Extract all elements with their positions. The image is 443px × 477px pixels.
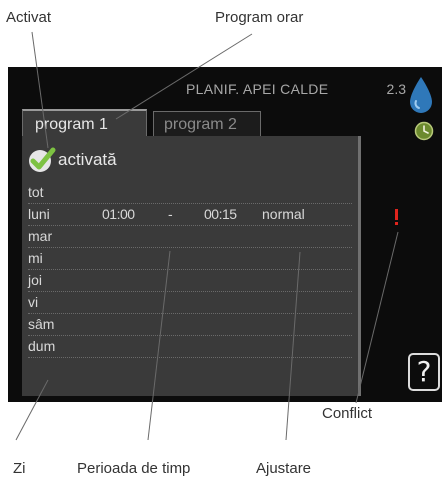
water-drop-icon [410, 77, 432, 113]
day-row-dum[interactable]: dum [28, 336, 352, 358]
day-label: luni [28, 206, 50, 222]
display-screen: PLANIF. APEI CALDE 2.3 program 1 program… [8, 67, 442, 402]
conflict-exclamation-dot [395, 222, 398, 225]
day-row-luni[interactable]: luni 01:00 - 00:15 normal [28, 204, 352, 226]
day-row-mar[interactable]: mar [28, 226, 352, 248]
screen-title: PLANIF. APEI CALDE [186, 81, 329, 97]
callout-perioada-de-timp: Perioada de timp [77, 460, 191, 477]
clock-icon [414, 121, 434, 141]
time-dash: - [168, 206, 173, 222]
day-label: mi [28, 250, 43, 266]
day-label: vi [28, 294, 39, 310]
callout-activat: Activat [6, 9, 52, 26]
activated-label: activată [58, 150, 117, 169]
callout-ajustare: Ajustare [256, 460, 312, 477]
day-label: joi [28, 272, 43, 288]
conflict-exclamation-icon [395, 209, 398, 220]
day-row-tot[interactable]: tot [28, 182, 352, 204]
callout-conflict: Conflict [322, 405, 373, 422]
tab-program-1[interactable]: program 1 [22, 109, 147, 137]
schedule-panel: activată tot luni 01:00 - 00:15 normal m… [22, 136, 361, 396]
start-time[interactable]: 01:00 [102, 206, 135, 222]
help-button[interactable]: ? [408, 353, 440, 391]
check-icon [29, 147, 56, 172]
title-bar: PLANIF. APEI CALDE 2.3 [186, 77, 412, 101]
day-label: dum [28, 338, 56, 354]
day-row-sam[interactable]: sâm [28, 314, 352, 336]
day-row-joi[interactable]: joi [28, 270, 352, 292]
tab-program-2[interactable]: program 2 [153, 111, 261, 137]
day-label: mar [28, 228, 53, 244]
day-row-vi[interactable]: vi [28, 292, 352, 314]
callout-program-orar: Program orar [215, 9, 304, 26]
adjustment-value[interactable]: normal [262, 206, 305, 222]
day-label: sâm [28, 316, 55, 332]
callout-zi: Zi [13, 460, 26, 477]
menu-number: 2.3 [386, 81, 406, 97]
day-label: tot [28, 184, 44, 200]
day-row-mi[interactable]: mi [28, 248, 352, 270]
end-time[interactable]: 00:15 [204, 206, 237, 222]
